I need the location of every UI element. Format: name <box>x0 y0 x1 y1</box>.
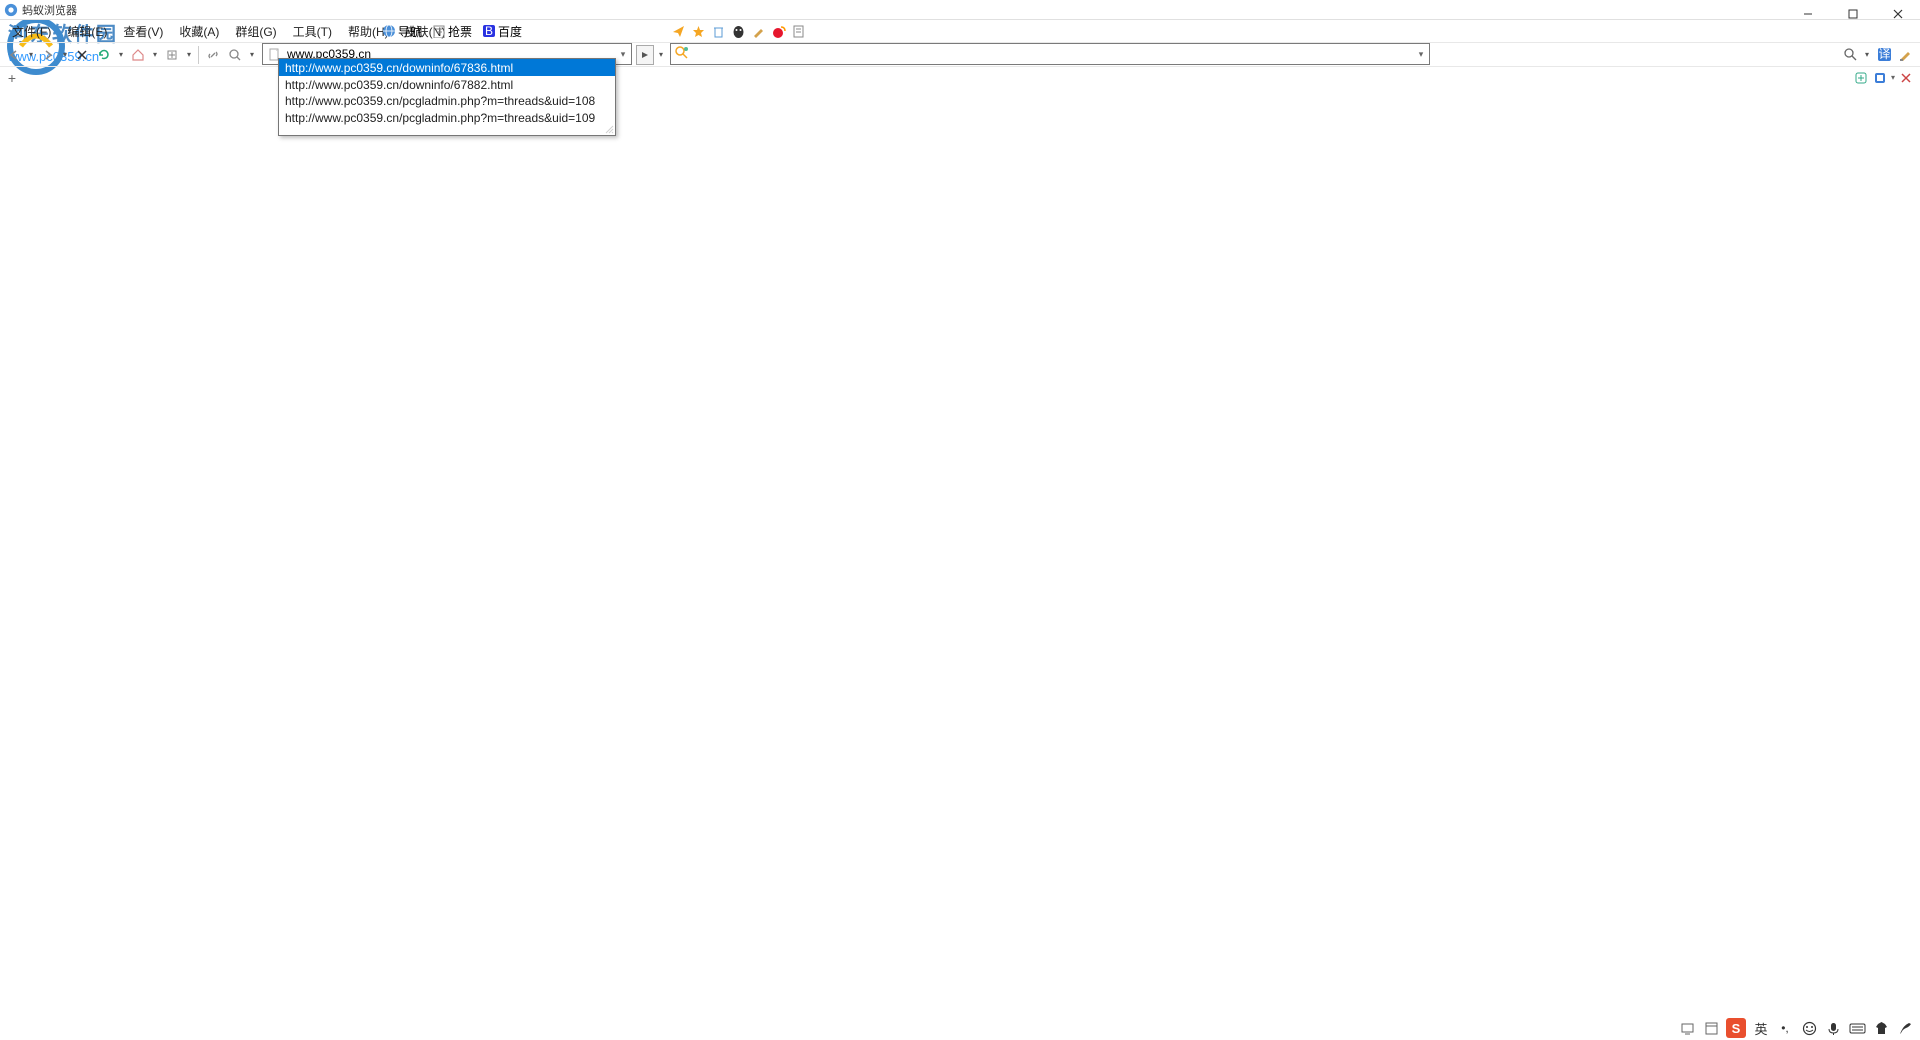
menu-tools[interactable]: 工具(T) <box>285 21 340 42</box>
brush-icon[interactable] <box>750 23 766 39</box>
menu-group[interactable]: 群组(G) <box>227 21 284 42</box>
tab-list-icon[interactable] <box>1872 70 1888 86</box>
tab-list-dd[interactable]: ▾ <box>1891 73 1895 82</box>
quick-nav[interactable]: 导航 <box>378 21 426 42</box>
send-icon[interactable] <box>670 23 686 39</box>
search-dd[interactable]: ▾ <box>1862 50 1872 59</box>
quick-baidu-label: 百度 <box>498 23 522 40</box>
go-dd[interactable]: ▾ <box>656 50 666 59</box>
tab-add-icon[interactable] <box>1853 70 1869 86</box>
translate-icon[interactable]: 译 <box>1875 46 1893 64</box>
link-button[interactable] <box>203 45 223 65</box>
sogou-ime-icon[interactable]: S <box>1726 1018 1746 1038</box>
tab-close-icon[interactable] <box>1898 70 1914 86</box>
quick-baidu[interactable]: B 百度 <box>478 21 526 42</box>
qq-icon[interactable] <box>730 23 746 39</box>
quick-ticket-label: 抢票 <box>448 23 472 40</box>
menu-favorites[interactable]: 收藏(A) <box>171 21 227 42</box>
trash-icon[interactable] <box>710 23 726 39</box>
ime-skin-icon[interactable] <box>1872 1019 1890 1037</box>
address-history-dropdown: http://www.pc0359.cn/downinfo/67836.html… <box>278 58 616 136</box>
menu-view[interactable]: 查看(V) <box>115 21 171 42</box>
history-item[interactable]: http://www.pc0359.cn/downinfo/67882.html <box>279 76 615 93</box>
menu-bar: 文件(F) 编辑(E) 查看(V) 收藏(A) 群组(G) 工具(T) 帮助(H… <box>0 20 1920 42</box>
ime-emoji-icon[interactable] <box>1800 1019 1818 1037</box>
back-dd[interactable]: ▾ <box>26 50 36 59</box>
search-dropdown-button[interactable]: ▾ <box>1413 44 1429 64</box>
history-item[interactable]: http://www.pc0359.cn/pcgladmin.php?m=thr… <box>279 109 615 126</box>
stop-button[interactable] <box>72 45 92 65</box>
ime-punct-icon[interactable]: •, <box>1776 1019 1794 1037</box>
tray-window-icon[interactable] <box>1702 1019 1720 1037</box>
quick-ticket[interactable]: 抢票 <box>428 21 476 42</box>
address-dropdown-button[interactable]: ▾ <box>615 44 631 64</box>
tray-monitor-icon[interactable] <box>1678 1019 1696 1037</box>
app-icon <box>4 3 18 17</box>
svg-text:B: B <box>485 24 493 38</box>
favorite-icon[interactable] <box>690 23 706 39</box>
search-engine-icon[interactable] <box>674 45 692 63</box>
system-tray: S 英 •, <box>1672 1016 1920 1040</box>
weibo-icon[interactable] <box>770 23 786 39</box>
separator <box>198 46 199 64</box>
svg-text:译: 译 <box>1878 47 1890 61</box>
zoom-button[interactable] <box>225 45 245 65</box>
ime-settings-icon[interactable] <box>1896 1019 1914 1037</box>
forward-dd[interactable]: ▾ <box>60 50 70 59</box>
dropdown-resizer[interactable] <box>279 125 615 135</box>
home-dd[interactable]: ▾ <box>150 50 160 59</box>
forward-button[interactable] <box>38 45 58 65</box>
edit-icon[interactable] <box>1896 46 1914 64</box>
title-bar: 蚂蚁浏览器 <box>0 0 1920 20</box>
home-button[interactable] <box>128 45 148 65</box>
quick-nav-label: 导航 <box>398 23 422 40</box>
share-icons-row <box>670 23 806 39</box>
add-fav-dd[interactable]: ▾ <box>184 50 194 59</box>
menu-edit[interactable]: 编辑(E) <box>59 21 115 42</box>
refresh-button[interactable] <box>94 45 114 65</box>
search-input[interactable] <box>695 47 1413 61</box>
menu-file[interactable]: 文件(F) <box>4 21 59 42</box>
history-item[interactable]: http://www.pc0359.cn/pcgladmin.php?m=thr… <box>279 92 615 109</box>
back-button[interactable] <box>4 45 24 65</box>
refresh-dd[interactable]: ▾ <box>116 50 126 59</box>
zoom-dd[interactable]: ▾ <box>247 50 257 59</box>
go-button[interactable] <box>636 45 654 65</box>
history-item[interactable]: http://www.pc0359.cn/downinfo/67836.html <box>279 59 615 76</box>
ime-lang[interactable]: 英 <box>1752 1019 1770 1037</box>
app-title: 蚂蚁浏览器 <box>22 2 77 18</box>
search-go-icon[interactable] <box>1841 46 1859 64</box>
add-fav-button[interactable] <box>162 45 182 65</box>
new-tab-button[interactable]: + <box>4 70 20 86</box>
search-bar: ▾ <box>670 43 1430 65</box>
ime-keyboard-icon[interactable] <box>1848 1019 1866 1037</box>
doc-icon[interactable] <box>790 23 806 39</box>
ime-mic-icon[interactable] <box>1824 1019 1842 1037</box>
